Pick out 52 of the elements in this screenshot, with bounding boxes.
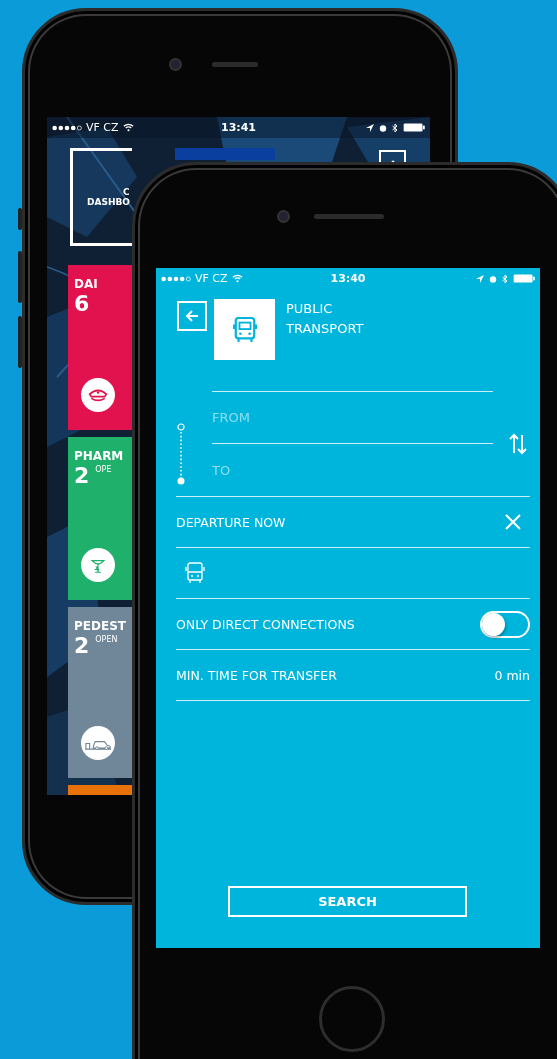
tile-title: PHARM bbox=[74, 449, 124, 463]
close-icon[interactable] bbox=[505, 514, 521, 530]
tile-label: DASHBO bbox=[86, 197, 131, 207]
tile-label: C bbox=[122, 187, 131, 197]
tile-title: PEDEST bbox=[74, 619, 126, 633]
bus-icon[interactable] bbox=[185, 562, 205, 584]
category-tile[interactable]: DAI 6 bbox=[68, 265, 134, 430]
tile-note: OPE bbox=[95, 465, 112, 474]
location-icon bbox=[366, 123, 374, 132]
carrier-name: VF CZ bbox=[195, 272, 228, 285]
toggle-switch[interactable] bbox=[480, 610, 530, 638]
battery-icon bbox=[403, 123, 425, 132]
wifi-icon bbox=[231, 274, 243, 283]
location-icon bbox=[476, 274, 484, 283]
cap-icon bbox=[88, 387, 108, 403]
dashboard-tile[interactable] bbox=[175, 148, 275, 160]
tile-note: OPEN bbox=[95, 635, 118, 644]
signal-icon bbox=[52, 124, 82, 131]
clock-time: 13:40 bbox=[330, 272, 366, 285]
back-arrow-icon bbox=[185, 310, 199, 322]
bus-icon bbox=[232, 315, 257, 344]
alarm-icon bbox=[489, 274, 497, 283]
swap-icon[interactable] bbox=[509, 432, 527, 455]
speaker bbox=[314, 214, 384, 219]
back-button[interactable] bbox=[177, 301, 207, 331]
battery-icon bbox=[513, 274, 535, 283]
option-label: MIN. TIME FOR TRANSFER bbox=[176, 667, 337, 683]
bluetooth-icon bbox=[392, 122, 398, 133]
speaker bbox=[212, 61, 258, 67]
bluetooth-icon bbox=[502, 273, 508, 284]
departure-label[interactable]: DEPARTURE NOW bbox=[176, 514, 286, 530]
transfer-value[interactable]: 0 min bbox=[494, 667, 530, 683]
camera bbox=[277, 210, 290, 223]
tile-count: 2 bbox=[74, 635, 90, 657]
from-field[interactable]: FROM bbox=[212, 392, 493, 444]
clock-time: 13:41 bbox=[221, 121, 256, 134]
screen-title: PUBLIC TRANSPORT bbox=[286, 300, 365, 338]
to-field[interactable]: TO bbox=[212, 444, 493, 496]
category-tile[interactable]: PHARM 2 OPE bbox=[68, 437, 134, 600]
option-label: ONLY DIRECT CONNECTIONS bbox=[176, 616, 355, 632]
camera bbox=[169, 57, 182, 71]
tile-count: 6 bbox=[74, 293, 90, 315]
search-button[interactable]: SEARCH bbox=[228, 886, 467, 917]
tile-count: 2 bbox=[74, 465, 90, 487]
home-button[interactable] bbox=[319, 986, 385, 1052]
tile-title: DAI bbox=[74, 277, 98, 291]
carrier-name: VF CZ bbox=[86, 121, 119, 134]
route-icon bbox=[176, 422, 186, 485]
wifi-icon bbox=[122, 123, 134, 132]
alarm-icon bbox=[379, 123, 387, 132]
signal-icon bbox=[161, 275, 191, 282]
category-tile[interactable]: PEDEST 2 OPEN bbox=[68, 607, 134, 778]
